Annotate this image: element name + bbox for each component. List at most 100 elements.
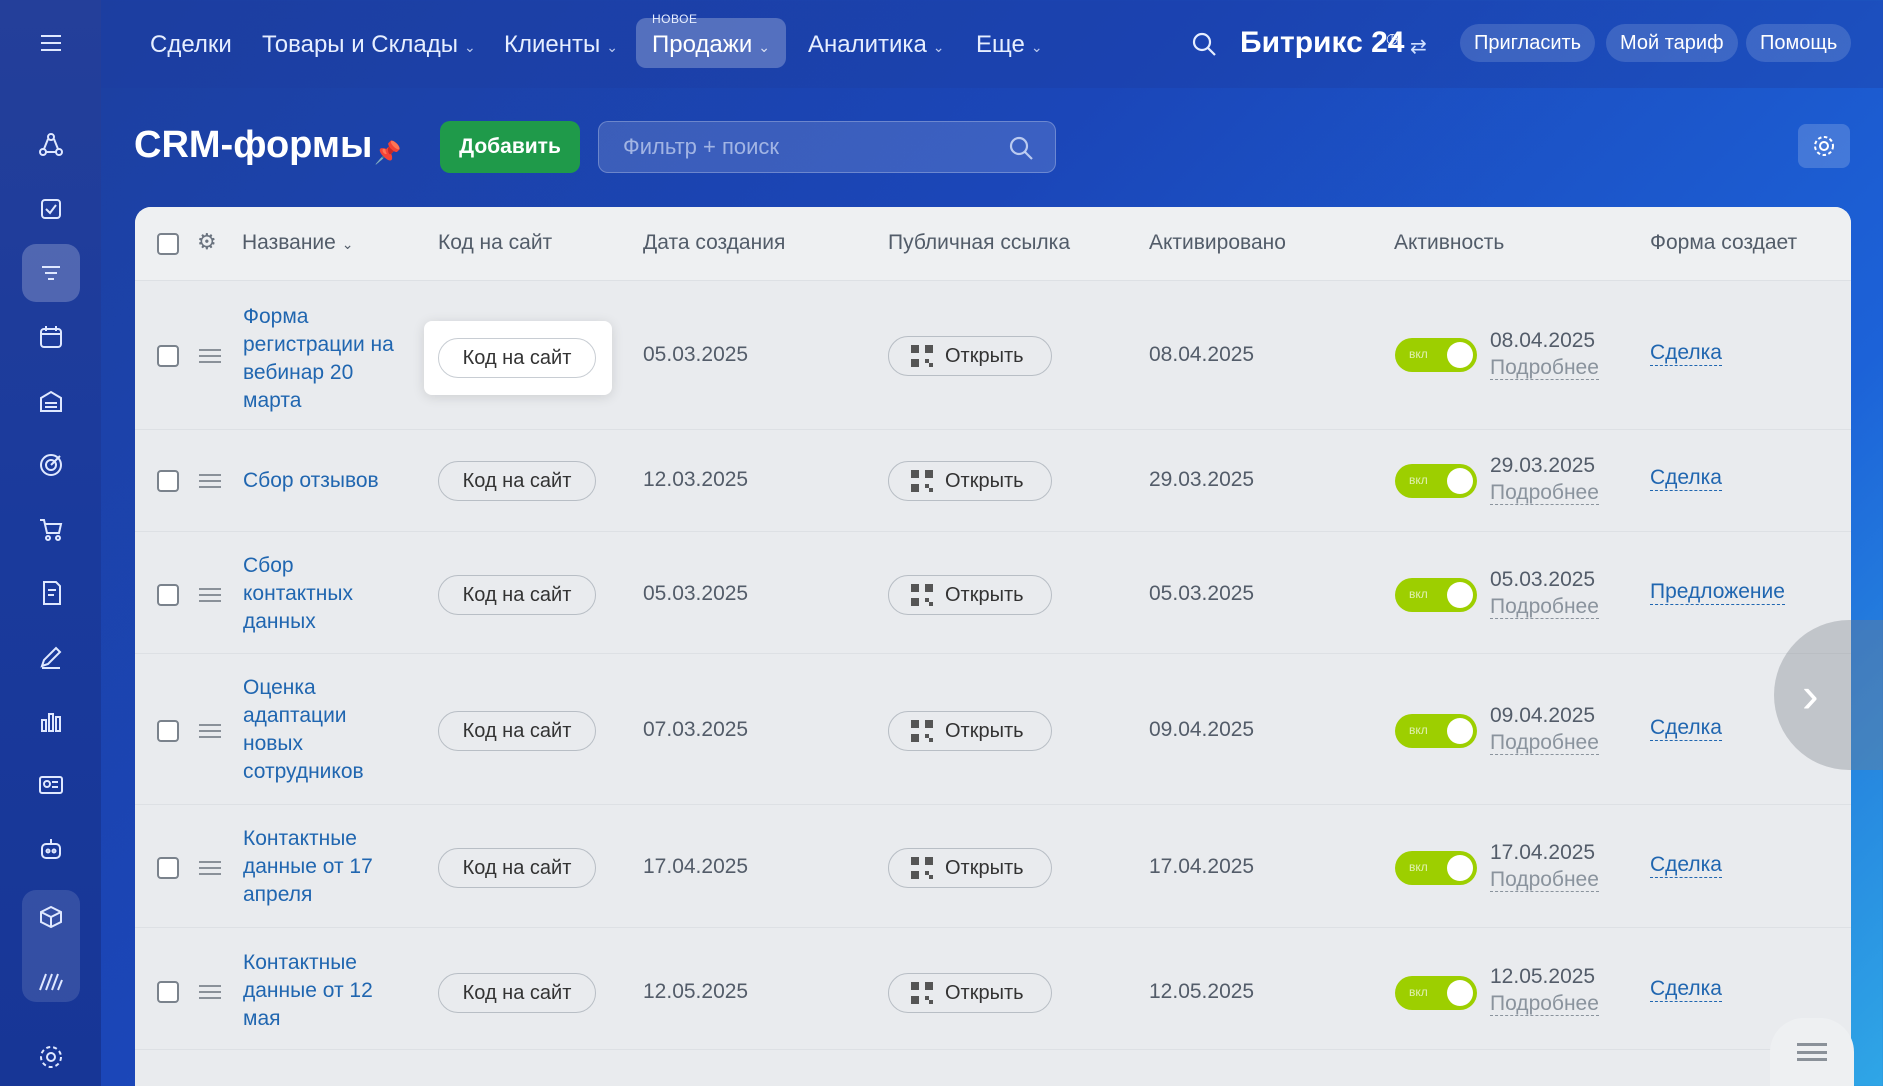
crm-funnel-icon[interactable]	[22, 116, 80, 174]
nav-more[interactable]: Еще ⌄	[976, 28, 1043, 62]
table-row[interactable]: Форма регистрации на вебинар 20 марта Ко…	[135, 281, 1851, 430]
nav-analytics[interactable]: Аналитика ⌄	[808, 28, 945, 62]
table-row[interactable]: Контактные данные от 12 мая Код на сайт …	[135, 928, 1851, 1050]
tasks-icon[interactable]	[22, 180, 80, 238]
site-code-button[interactable]: Код на сайт	[438, 575, 596, 615]
invite-button[interactable]: Пригласить	[1460, 24, 1596, 62]
drag-handle-icon[interactable]	[199, 474, 221, 488]
row-checkbox[interactable]	[157, 345, 179, 367]
column-settings-gear-icon[interactable]: ⚙	[197, 229, 217, 255]
open-public-link-button[interactable]: Открыть	[888, 461, 1052, 501]
target-icon[interactable]	[22, 436, 80, 494]
nav-deals[interactable]: Сделки	[150, 28, 232, 62]
filter-search-box[interactable]	[598, 121, 1056, 173]
search-icon[interactable]	[1190, 30, 1218, 58]
more-link[interactable]: Подробнее	[1490, 993, 1599, 1016]
robot-icon[interactable]	[22, 820, 80, 878]
column-header-activity[interactable]: Активность	[1394, 231, 1504, 255]
open-public-link-button[interactable]: Открыть	[888, 336, 1052, 376]
hamburger-menu-icon[interactable]	[22, 14, 80, 72]
creates-entity-link[interactable]: Предложение	[1650, 580, 1785, 605]
contact-card-icon[interactable]	[22, 756, 80, 814]
add-button[interactable]: Добавить	[440, 121, 580, 173]
creates-entity-link[interactable]: Сделка	[1650, 977, 1722, 1002]
table-row[interactable]: Сбор отзывов Код на сайт 12.03.2025 Откр…	[135, 430, 1851, 532]
more-link[interactable]: Подробнее	[1490, 596, 1599, 619]
more-link[interactable]: Подробнее	[1490, 732, 1599, 755]
more-link[interactable]: Подробнее	[1490, 482, 1599, 505]
tune-icon[interactable]: ⇄	[1410, 34, 1427, 59]
document-edit-icon[interactable]	[22, 564, 80, 622]
created-date: 17.04.2025	[643, 855, 749, 878]
my-tariff-button[interactable]: Мой тариф	[1606, 24, 1738, 62]
warehouse-icon[interactable]	[22, 372, 80, 430]
site-code-button[interactable]: Код на сайт	[438, 338, 596, 378]
form-name-link[interactable]: Сбор контактных данных	[243, 552, 403, 636]
brand-logo[interactable]: Битрикс 24	[1240, 26, 1405, 60]
drag-handle-icon[interactable]	[199, 588, 221, 602]
nav-products-warehouses[interactable]: Товары и Склады ⌄	[262, 28, 476, 62]
pen-icon[interactable]	[22, 628, 80, 686]
site-code-button[interactable]: Код на сайт	[438, 973, 596, 1013]
form-name-link[interactable]: Контактные данные от 17 апреля	[243, 825, 403, 909]
activity-toggle[interactable]: вкл	[1395, 338, 1477, 372]
filter-search-input[interactable]	[623, 134, 983, 160]
drag-handle-icon[interactable]	[199, 724, 221, 738]
sales-filter-icon[interactable]	[22, 244, 80, 302]
open-public-link-button[interactable]: Открыть	[888, 973, 1052, 1013]
settings-gear-icon[interactable]	[22, 1028, 80, 1086]
market-apps-icon[interactable]	[22, 952, 80, 1010]
activity-toggle[interactable]: вкл	[1395, 976, 1477, 1010]
creates-entity-link[interactable]: Сделка	[1650, 341, 1722, 366]
creates-entity-link[interactable]: Сделка	[1650, 853, 1722, 878]
creates-entity-link[interactable]: Сделка	[1650, 716, 1722, 741]
nav-clients[interactable]: Клиенты ⌄	[504, 28, 618, 62]
page-settings-gear-icon[interactable]	[1798, 124, 1850, 168]
drag-handle-icon[interactable]	[199, 861, 221, 875]
table-row[interactable]: Контактные данные от 17 апреля Код на са…	[135, 805, 1851, 928]
form-name-link[interactable]: Оценка адаптации новых сотрудников	[243, 674, 403, 786]
form-name-link[interactable]: Контактные данные от 12 мая	[243, 949, 403, 1033]
activity-toggle[interactable]: вкл	[1395, 851, 1477, 885]
row-checkbox[interactable]	[157, 584, 179, 606]
row-checkbox[interactable]	[157, 981, 179, 1003]
table-row[interactable]: Сбор контактных данных Код на сайт 05.03…	[135, 532, 1851, 654]
open-public-link-button[interactable]: Открыть	[888, 711, 1052, 751]
column-header-public-link[interactable]: Публичная ссылка	[888, 231, 1070, 255]
calendar-icon[interactable]	[22, 308, 80, 366]
row-checkbox[interactable]	[157, 857, 179, 879]
column-header-created[interactable]: Дата создания	[643, 231, 785, 255]
select-all-checkbox[interactable]	[157, 233, 179, 255]
column-header-name[interactable]: Название ⌄	[242, 231, 353, 255]
drag-handle-icon[interactable]	[199, 985, 221, 999]
list-menu-icon[interactable]	[1770, 1018, 1854, 1086]
creates-entity-link[interactable]: Сделка	[1650, 466, 1722, 491]
more-link[interactable]: Подробнее	[1490, 869, 1599, 892]
column-header-creates[interactable]: Форма создает	[1650, 231, 1797, 255]
cart-icon[interactable]	[22, 500, 80, 558]
site-code-button[interactable]: Код на сайт	[438, 848, 596, 888]
table-row[interactable]: Оценка адаптации новых сотрудников Код н…	[135, 654, 1851, 805]
open-public-link-button[interactable]: Открыть	[888, 848, 1052, 888]
row-checkbox[interactable]	[157, 720, 179, 742]
search-icon[interactable]	[1007, 134, 1035, 162]
row-checkbox[interactable]	[157, 470, 179, 492]
column-header-code[interactable]: Код на сайт	[438, 231, 552, 255]
box-icon[interactable]	[22, 888, 80, 946]
nav-sales[interactable]: Продажи ⌄	[652, 28, 770, 62]
site-code-button[interactable]: Код на сайт	[438, 711, 596, 751]
analytics-icon[interactable]	[22, 692, 80, 750]
drag-handle-icon[interactable]	[199, 349, 221, 363]
column-header-activated[interactable]: Активировано	[1149, 231, 1286, 255]
activity-toggle[interactable]: вкл	[1395, 714, 1477, 748]
more-link[interactable]: Подробнее	[1490, 357, 1599, 380]
activity-toggle[interactable]: вкл	[1395, 578, 1477, 612]
site-code-button[interactable]: Код на сайт	[438, 461, 596, 501]
form-name-link[interactable]: Форма регистрации на вебинар 20 марта	[243, 303, 403, 415]
form-name-link[interactable]: Сбор отзывов	[243, 467, 443, 495]
activity-toggle[interactable]: вкл	[1395, 464, 1477, 498]
pin-icon[interactable]: 📌	[374, 140, 401, 166]
activity-date: 29.03.2025	[1490, 454, 1596, 477]
open-public-link-button[interactable]: Открыть	[888, 575, 1052, 615]
help-button[interactable]: Помощь	[1746, 24, 1852, 62]
